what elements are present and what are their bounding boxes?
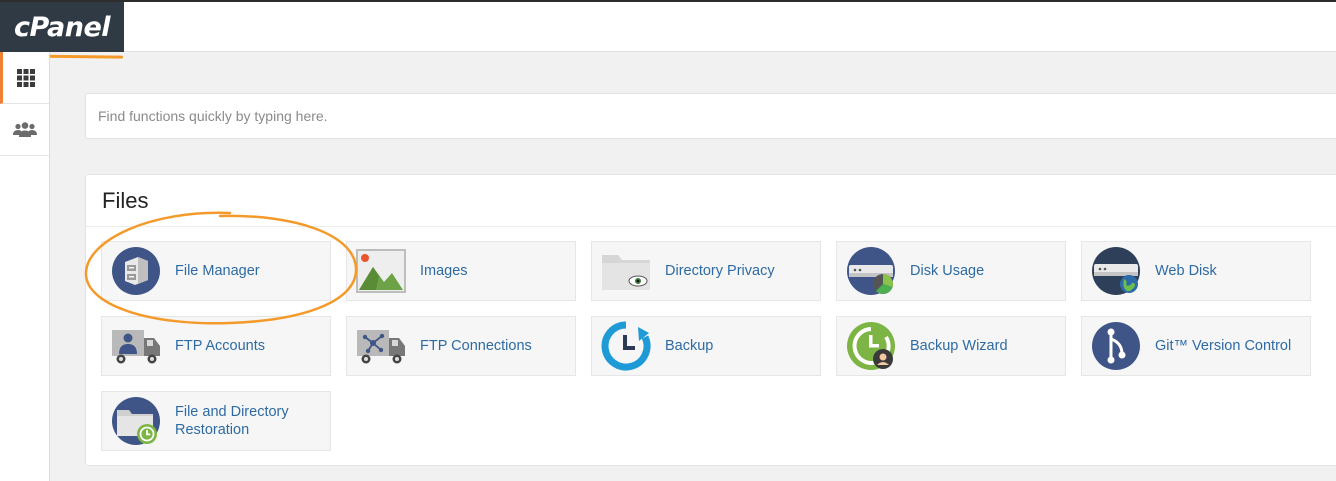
disk-usage-label: Disk Usage (910, 263, 985, 279)
web-disk-label: Web Disk (1155, 263, 1217, 279)
file-directory-restoration-tile[interactable]: File and Directory Restoration (101, 391, 331, 451)
backup-wizard-tile[interactable]: Backup Wizard (836, 316, 1066, 376)
file-manager-icon (111, 246, 161, 296)
file-directory-restoration-label: File and Directory Restoration (175, 404, 289, 438)
ftp-accounts-tile[interactable]: FTP Accounts (101, 316, 331, 376)
disk-usage-icon (846, 246, 896, 296)
logo-text: cPanel (13, 11, 111, 43)
git-version-control-label: Git™ Version Control (1155, 338, 1292, 354)
ftp-connections-tile[interactable]: FTP Connections (346, 316, 576, 376)
git-icon (1091, 321, 1141, 371)
sidebar (0, 52, 50, 481)
web-disk-icon (1091, 246, 1141, 296)
backup-wizard-label: Backup Wizard (910, 338, 1008, 354)
directory-privacy-icon (601, 246, 651, 296)
images-icon (356, 246, 406, 296)
cpanel-logo[interactable]: cPanel (0, 2, 124, 52)
search-box[interactable] (85, 93, 1336, 139)
files-panel-header[interactable]: Files (86, 175, 1336, 227)
web-disk-tile[interactable]: Web Disk (1081, 241, 1311, 301)
directory-privacy-tile[interactable]: Directory Privacy (591, 241, 821, 301)
files-panel: Files File Manager Images Directory Priv… (85, 174, 1336, 466)
backup-label: Backup (665, 338, 714, 354)
backup-tile[interactable]: Backup (591, 316, 821, 376)
disk-usage-tile[interactable]: Disk Usage (836, 241, 1066, 301)
top-bar: cPanel (0, 0, 1336, 52)
sidebar-item-users[interactable] (0, 104, 49, 156)
git-version-control-tile[interactable]: Git™ Version Control (1081, 316, 1311, 376)
images-label: Images (420, 263, 468, 279)
ftp-accounts-label: FTP Accounts (175, 338, 265, 354)
ftp-accounts-icon (111, 321, 161, 371)
grid-icon (17, 68, 35, 87)
ftp-connections-label: FTP Connections (420, 338, 532, 354)
file-manager-tile[interactable]: File Manager (101, 241, 331, 301)
files-section-title: Files (102, 187, 149, 213)
directory-privacy-label: Directory Privacy (665, 263, 775, 279)
search-input[interactable] (86, 94, 1336, 138)
backup-icon (601, 321, 651, 371)
sidebar-item-tools[interactable] (0, 52, 49, 104)
restoration-icon (111, 396, 161, 446)
users-icon (12, 121, 37, 137)
backup-wizard-icon (846, 321, 896, 371)
images-tile[interactable]: Images (346, 241, 576, 301)
file-manager-label: File Manager (175, 263, 260, 279)
ftp-connections-icon (356, 321, 406, 371)
